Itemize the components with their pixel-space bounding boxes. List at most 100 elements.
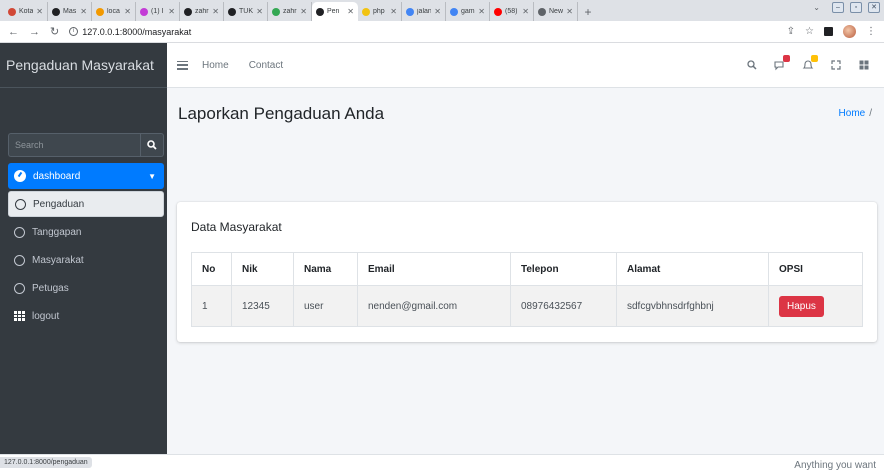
- circle-icon: [14, 226, 25, 238]
- browser-tab[interactable]: loca ✕: [92, 2, 136, 21]
- forward-icon[interactable]: →: [29, 26, 40, 38]
- new-tab-button[interactable]: +: [578, 2, 598, 21]
- tab-favicon-icon: [272, 7, 280, 16]
- tab-close-icon[interactable]: ✕: [390, 7, 397, 16]
- tab-favicon-icon: [140, 7, 148, 16]
- cell-alamat: sdfcgvbhnsdrfghbnj: [616, 285, 769, 327]
- tab-label: Mas: [63, 8, 77, 15]
- column-header: Email: [357, 252, 511, 286]
- browser-tab[interactable]: New ✕: [534, 2, 578, 21]
- tab-close-icon[interactable]: ✕: [256, 7, 263, 16]
- navbar-search-icon[interactable]: [746, 59, 758, 71]
- tab-label: Pen: [327, 8, 340, 15]
- tab-label: loca: [107, 8, 120, 15]
- tab-search-icon[interactable]: ⌄: [813, 3, 820, 12]
- tab-close-icon[interactable]: ✕: [566, 7, 573, 16]
- bookmark-star-icon[interactable]: ☆: [805, 26, 814, 37]
- tab-label: gam: [461, 8, 475, 15]
- reload-icon[interactable]: ↻: [50, 25, 59, 38]
- site-info-icon[interactable]: i: [69, 27, 79, 36]
- more-menu-icon[interactable]: ⋮: [866, 26, 876, 37]
- profile-avatar[interactable]: [843, 25, 856, 38]
- column-header: Nama: [293, 252, 358, 286]
- browser-tab[interactable]: zahr ✕: [268, 2, 312, 21]
- tab-close-icon[interactable]: ✕: [434, 7, 441, 16]
- fullscreen-icon[interactable]: [830, 59, 842, 71]
- cell-nama: user: [293, 285, 358, 327]
- sidebar-item-petugas[interactable]: Petugas: [8, 275, 164, 301]
- control-sidebar-icon[interactable]: [858, 59, 870, 71]
- tab-close-icon[interactable]: ✕: [522, 7, 529, 16]
- share-icon[interactable]: ⇪: [787, 26, 795, 37]
- status-url-hover: 127.0.0.1:8000/pengaduan: [0, 457, 92, 468]
- browser-tab[interactable]: TUK ✕: [224, 2, 268, 21]
- top-navbar: Home Contact: [167, 43, 884, 88]
- sidebar-item-pengaduan[interactable]: Pengaduan: [8, 191, 164, 217]
- browser-tab[interactable]: gam ✕: [446, 2, 490, 21]
- tab-label: New: [549, 8, 564, 15]
- nav-home-link[interactable]: Home: [202, 60, 229, 71]
- close-window-button[interactable]: ✕: [868, 2, 880, 13]
- tab-favicon-icon: [538, 7, 546, 16]
- tab-label: (1) I: [151, 8, 164, 15]
- tab-favicon-icon: [184, 7, 192, 16]
- cell-email: nenden@gmail.com: [357, 285, 511, 327]
- browser-tab[interactable]: jalan ✕: [402, 2, 446, 21]
- tab-close-icon[interactable]: ✕: [124, 7, 131, 16]
- sidepanel-icon[interactable]: [824, 27, 833, 36]
- sidebar-item-tanggapan[interactable]: Tanggapan: [8, 219, 164, 245]
- nav-contact-link[interactable]: Contact: [249, 60, 283, 71]
- main-content: Laporkan Pengaduan Anda Home / Data Masya…: [167, 88, 884, 454]
- messages-icon[interactable]: [774, 55, 790, 71]
- search-icon: [147, 140, 157, 150]
- tab-close-icon[interactable]: ✕: [36, 7, 43, 16]
- browser-tab[interactable]: Kota ✕: [4, 2, 48, 21]
- column-header: Nik: [231, 252, 294, 286]
- tab-favicon-icon: [228, 7, 236, 16]
- url-field[interactable]: i 127.0.0.1:8000/masyarakat: [69, 27, 191, 37]
- browser-tab[interactable]: (1) I ✕: [136, 2, 180, 21]
- tab-favicon-icon: [52, 7, 60, 16]
- column-header: No: [191, 252, 232, 286]
- breadcrumb-separator: /: [869, 108, 872, 119]
- cell-nik: 12345: [231, 285, 294, 327]
- sidebar-search-input[interactable]: Search: [8, 133, 140, 157]
- sidebar-nav: dashboard ▼ Pengaduan Tanggapan Masyarak…: [8, 163, 164, 331]
- url-text: 127.0.0.1:8000/masyarakat: [82, 26, 192, 37]
- browser-tab[interactable]: php ✕: [358, 2, 402, 21]
- sidebar-item-logout[interactable]: logout: [8, 303, 164, 329]
- notifications-icon[interactable]: [802, 55, 818, 71]
- delete-button[interactable]: Hapus: [779, 295, 824, 317]
- tab-close-icon[interactable]: ✕: [80, 7, 87, 16]
- cell-telepon: 08976432567: [510, 285, 617, 327]
- tab-favicon-icon: [96, 7, 104, 16]
- table-header-row: No Nik Nama Email Telepon Alamat OPSI: [191, 252, 863, 286]
- hamburger-menu-icon[interactable]: [177, 60, 188, 70]
- sidebar-item-label: Masyarakat: [32, 254, 84, 266]
- sidebar: Pengaduan Masyarakat Search dashboard ▼ …: [0, 43, 167, 454]
- tab-close-icon[interactable]: ✕: [212, 7, 219, 16]
- tab-close-icon[interactable]: ✕: [478, 7, 485, 16]
- tab-favicon-icon: [316, 7, 324, 16]
- brand-title[interactable]: Pengaduan Masyarakat: [0, 43, 167, 88]
- chevron-down-icon: ▼: [148, 171, 156, 181]
- sidebar-item-dashboard[interactable]: dashboard ▼: [8, 163, 164, 189]
- browser-tab-active[interactable]: Pen ✕: [312, 2, 358, 21]
- sidebar-search-button[interactable]: [140, 133, 164, 157]
- back-icon[interactable]: ←: [8, 26, 19, 38]
- sidebar-item-masyarakat[interactable]: Masyarakat: [8, 247, 164, 273]
- browser-tab[interactable]: Mas ✕: [48, 2, 92, 21]
- tab-close-icon[interactable]: ✕: [168, 7, 175, 16]
- browser-tab[interactable]: (58) ✕: [490, 2, 534, 21]
- tab-close-icon[interactable]: ✕: [300, 7, 307, 16]
- breadcrumb: Home /: [839, 108, 872, 119]
- address-bar: ← → ↻ i 127.0.0.1:8000/masyarakat ⇪ ☆ ⋮: [0, 21, 884, 43]
- column-header: OPSI: [768, 252, 863, 286]
- minimize-button[interactable]: –: [832, 2, 844, 13]
- table-row: 1 12345 user nenden@gmail.com 0897643256…: [191, 285, 863, 327]
- sidebar-item-label: Petugas: [32, 282, 69, 294]
- browser-tab[interactable]: zahr ✕: [180, 2, 224, 21]
- breadcrumb-home-link[interactable]: Home: [839, 108, 866, 119]
- maximize-button[interactable]: ▫: [850, 2, 862, 13]
- tab-close-icon[interactable]: ✕: [347, 7, 354, 16]
